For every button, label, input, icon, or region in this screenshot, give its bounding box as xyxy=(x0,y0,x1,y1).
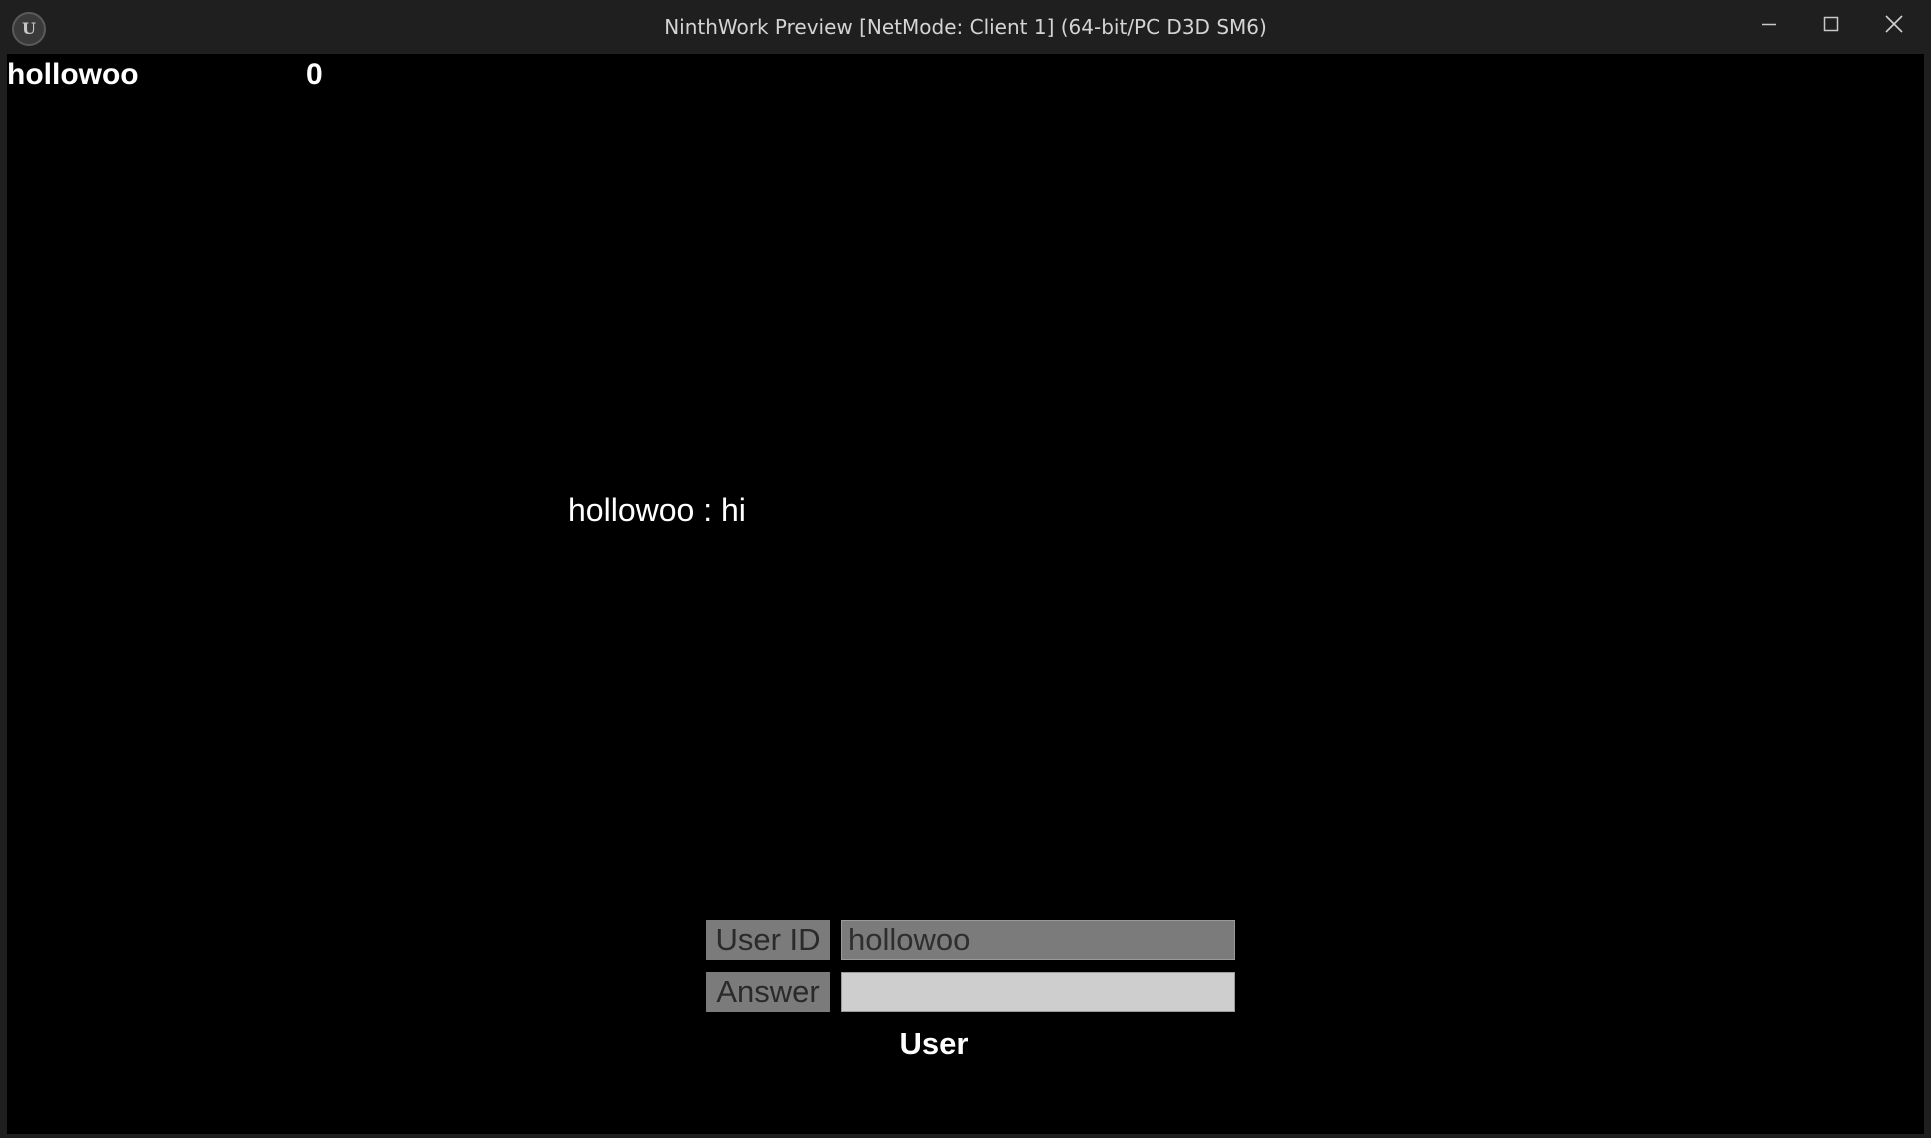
close-button[interactable] xyxy=(1863,0,1925,48)
maximize-icon xyxy=(1823,16,1839,32)
game-viewport[interactable]: hollowoo 0 hollowoo : hi User ID Answer … xyxy=(7,54,1924,1134)
user-id-field[interactable] xyxy=(841,920,1235,960)
maximize-button[interactable] xyxy=(1800,0,1862,48)
unreal-logo-icon: U xyxy=(12,12,46,46)
user-id-label: User ID xyxy=(706,920,830,960)
window-title: NinthWork Preview [NetMode: Client 1] (6… xyxy=(664,15,1267,39)
title-bar[interactable]: U NinthWork Preview [NetMode: Client 1] … xyxy=(0,0,1931,54)
answer-input[interactable] xyxy=(841,972,1235,1012)
chat-message: hollowoo : hi xyxy=(568,492,746,528)
minimize-button[interactable] xyxy=(1738,0,1800,48)
player-name: hollowoo xyxy=(7,58,139,91)
close-icon xyxy=(1885,15,1903,33)
role-label: User xyxy=(899,1026,969,1061)
minimize-icon xyxy=(1762,23,1776,26)
player-score: 0 xyxy=(306,58,323,91)
answer-label: Answer xyxy=(706,972,830,1012)
game-window: U NinthWork Preview [NetMode: Client 1] … xyxy=(0,0,1931,1138)
